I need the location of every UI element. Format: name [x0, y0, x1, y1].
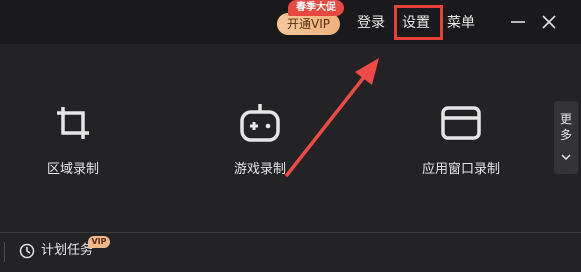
region-record-label: 区域录制 — [46, 162, 99, 177]
region-record-card[interactable]: 区域录制 — [13, 96, 133, 186]
gamepad-icon — [240, 104, 280, 142]
clock-icon — [19, 243, 35, 259]
footer-left-edge — [4, 242, 5, 262]
promo-badge: 春季大促 — [288, 0, 344, 16]
close-icon[interactable] — [541, 14, 557, 30]
window-record-label: 应用窗口录制 — [421, 162, 500, 177]
more-label: 更多 — [560, 112, 573, 142]
open-vip-button[interactable]: 开通VIP — [277, 13, 340, 35]
vip-tag: VIP — [88, 236, 110, 248]
chevron-down-icon — [561, 154, 571, 161]
minimize-icon[interactable] — [510, 14, 526, 30]
game-record-label: 游戏录制 — [233, 162, 286, 177]
game-record-card[interactable]: 游戏录制 — [200, 96, 320, 186]
login-button[interactable]: 登录 — [357, 13, 385, 33]
more-button[interactable]: 更多 — [554, 101, 578, 174]
window-icon — [441, 106, 481, 140]
crop-icon — [57, 107, 89, 139]
scheduled-task-button[interactable]: 计划任务 — [41, 242, 93, 260]
window-record-card[interactable]: 应用窗口录制 — [401, 96, 521, 186]
footer-divider — [0, 232, 581, 233]
settings-highlight-box — [394, 5, 443, 40]
menu-button[interactable]: 菜单 — [447, 13, 475, 33]
